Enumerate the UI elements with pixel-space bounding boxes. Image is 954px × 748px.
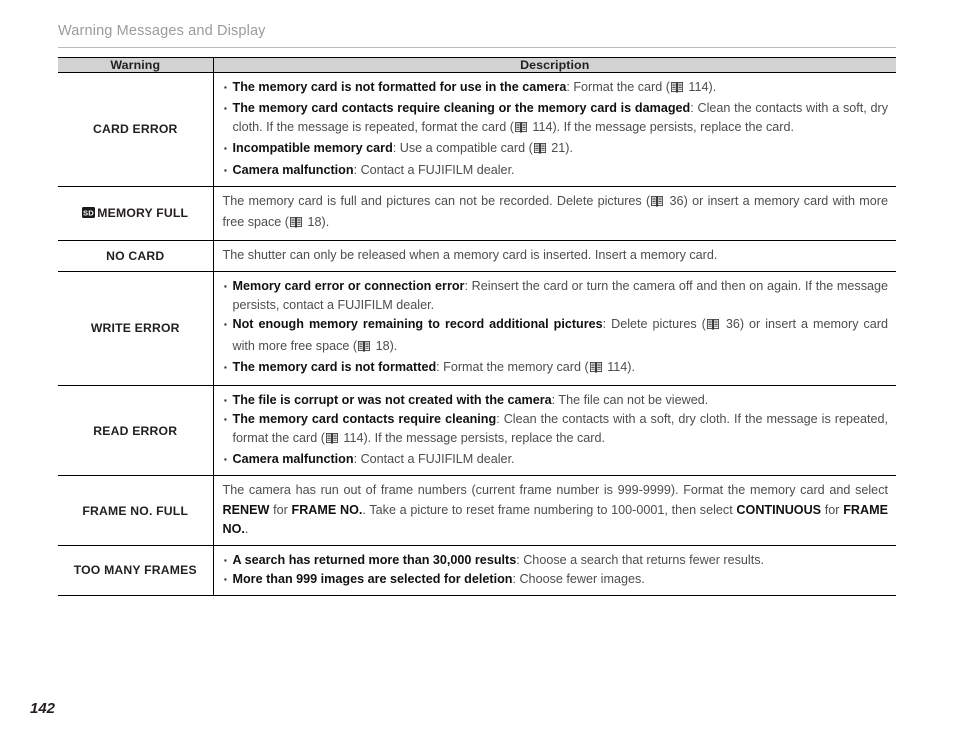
bullet-term: The memory card contacts require cleanin… bbox=[232, 101, 691, 116]
manual-reference-icon bbox=[358, 339, 371, 358]
description-bullet-list: The memory card is not formatted for use… bbox=[223, 77, 889, 181]
table-row: CARD ERROR The memory card is not formatt… bbox=[58, 72, 896, 187]
warning-label: CARD ERROR bbox=[92, 122, 178, 137]
description-cell: A search has returned more than 30,000 r… bbox=[212, 544, 896, 597]
table-row: FRAME NO. FULL The camera has run out of … bbox=[58, 475, 896, 546]
header-divider bbox=[58, 47, 896, 48]
warning-label: TOO MANY FRAMES bbox=[73, 563, 197, 578]
table-header-row: Warning Description bbox=[58, 57, 896, 73]
table-row: TOO MANY FRAMES A search has returned mor… bbox=[58, 544, 896, 597]
table-row: SD MEMORY FULL The memory card is full and… bbox=[58, 185, 896, 241]
description-cell: The memory card is not formatted for use… bbox=[212, 72, 896, 187]
description-bullet: The memory card contacts require cleanin… bbox=[223, 409, 888, 450]
running-header: Warning Messages and Display bbox=[58, 23, 266, 39]
description-bullet: The memory card is not formatted for use… bbox=[223, 77, 889, 99]
description-bullet: Camera malfunction: Contact a FUJIFILM d… bbox=[223, 160, 889, 181]
description-bullet-list: A search has returned more than 30,000 r… bbox=[223, 550, 889, 591]
warning-label-cell: TOO MANY FRAMES bbox=[58, 544, 213, 597]
page-number: 142 bbox=[30, 700, 56, 717]
manual-reference-icon bbox=[325, 431, 338, 450]
manual-reference-icon bbox=[670, 80, 683, 99]
bullet-term: Not enough memory remaining to record ad… bbox=[232, 317, 603, 332]
description-bullet-list: The file is corrupt or was not created w… bbox=[223, 390, 889, 471]
description-bullet: Camera malfunction: Contact a FUJIFILM d… bbox=[223, 449, 889, 470]
bullet-term: The file is corrupt or was not created w… bbox=[232, 392, 552, 407]
warning-label: NO CARD bbox=[106, 249, 165, 264]
warning-label-cell: WRITE ERROR bbox=[58, 271, 213, 386]
bullet-term: Incompatible memory card bbox=[232, 141, 393, 156]
description-cell: The shutter can only be released when a … bbox=[212, 239, 896, 273]
warning-label: WRITE ERROR bbox=[90, 321, 180, 336]
column-header-warning: Warning bbox=[58, 57, 213, 73]
sd-card-icon: SD bbox=[82, 206, 96, 221]
description-bullet: The file is corrupt or was not created w… bbox=[223, 390, 889, 411]
description-cell: The memory card is full and pictures can… bbox=[212, 185, 896, 241]
warning-label-cell: CARD ERROR bbox=[58, 72, 213, 187]
bullet-term: Camera malfunction bbox=[232, 452, 354, 467]
manual-reference-icon bbox=[589, 360, 602, 379]
description-bullet: The memory card is not formatted: Format… bbox=[223, 357, 889, 379]
manual-reference-icon bbox=[651, 194, 664, 213]
bullet-term: The memory card is not formatted for use… bbox=[232, 80, 567, 94]
table-body: CARD ERROR The memory card is not formatt… bbox=[58, 72, 896, 597]
warning-messages-table: Warning Description CARD ERROR The memory… bbox=[58, 57, 896, 597]
warning-label: READ ERROR bbox=[93, 423, 178, 438]
description-bullet: Memory card error or connection error: R… bbox=[223, 276, 888, 315]
description-cell: The camera has run out of frame numbers … bbox=[212, 475, 896, 546]
description-bullet-list: Memory card error or connection error: R… bbox=[223, 276, 889, 379]
warning-label-cell: READ ERROR bbox=[58, 384, 213, 477]
description-cell: The file is corrupt or was not created w… bbox=[212, 384, 896, 477]
svg-text:SD: SD bbox=[83, 208, 94, 217]
bullet-term: A search has returned more than 30,000 r… bbox=[232, 552, 517, 567]
description-bullet: Not enough memory remaining to record ad… bbox=[223, 314, 888, 358]
bullet-term: Memory card error or connection error bbox=[232, 279, 465, 294]
manual-reference-icon bbox=[533, 141, 546, 160]
description-bullet: Incompatible memory card: Use a compatib… bbox=[223, 138, 889, 160]
warning-label-cell: SD MEMORY FULL bbox=[58, 185, 213, 241]
manual-reference-icon bbox=[706, 317, 719, 336]
table-row: NO CARD The shutter can only be released … bbox=[58, 239, 896, 273]
manual-reference-icon bbox=[514, 120, 527, 139]
menu-item-frame-no: FRAME NO. bbox=[291, 502, 363, 517]
document-page: Warning Messages and Display Warning Des… bbox=[0, 0, 954, 748]
table-header: Warning Description bbox=[58, 57, 896, 73]
description-bullet: More than 999 images are selected for de… bbox=[223, 569, 889, 590]
menu-option-continuous: CONTINUOUS bbox=[736, 502, 822, 517]
description-bullet: The memory card contacts require cleanin… bbox=[223, 98, 888, 139]
bullet-term: Camera malfunction bbox=[232, 162, 354, 177]
menu-option-renew: RENEW bbox=[222, 502, 270, 517]
description-cell: Memory card error or connection error: R… bbox=[212, 271, 896, 386]
warning-label-cell: FRAME NO. FULL bbox=[58, 475, 213, 546]
warning-label-cell: NO CARD bbox=[58, 239, 213, 273]
bullet-term: The memory card is not formatted bbox=[232, 359, 437, 374]
manual-reference-icon bbox=[289, 215, 303, 234]
table-row: READ ERROR The file is corrupt or was not… bbox=[58, 384, 896, 477]
bullet-term: More than 999 images are selected for de… bbox=[232, 571, 513, 586]
warning-label: FRAME NO. FULL bbox=[82, 503, 189, 518]
table-row: WRITE ERROR Memory card error or connecti… bbox=[58, 271, 896, 386]
warning-label: MEMORY FULL bbox=[97, 205, 189, 220]
bullet-term: The memory card contacts require cleanin… bbox=[232, 411, 497, 426]
description-bullet: A search has returned more than 30,000 r… bbox=[223, 550, 889, 571]
column-header-description: Description bbox=[212, 57, 896, 73]
